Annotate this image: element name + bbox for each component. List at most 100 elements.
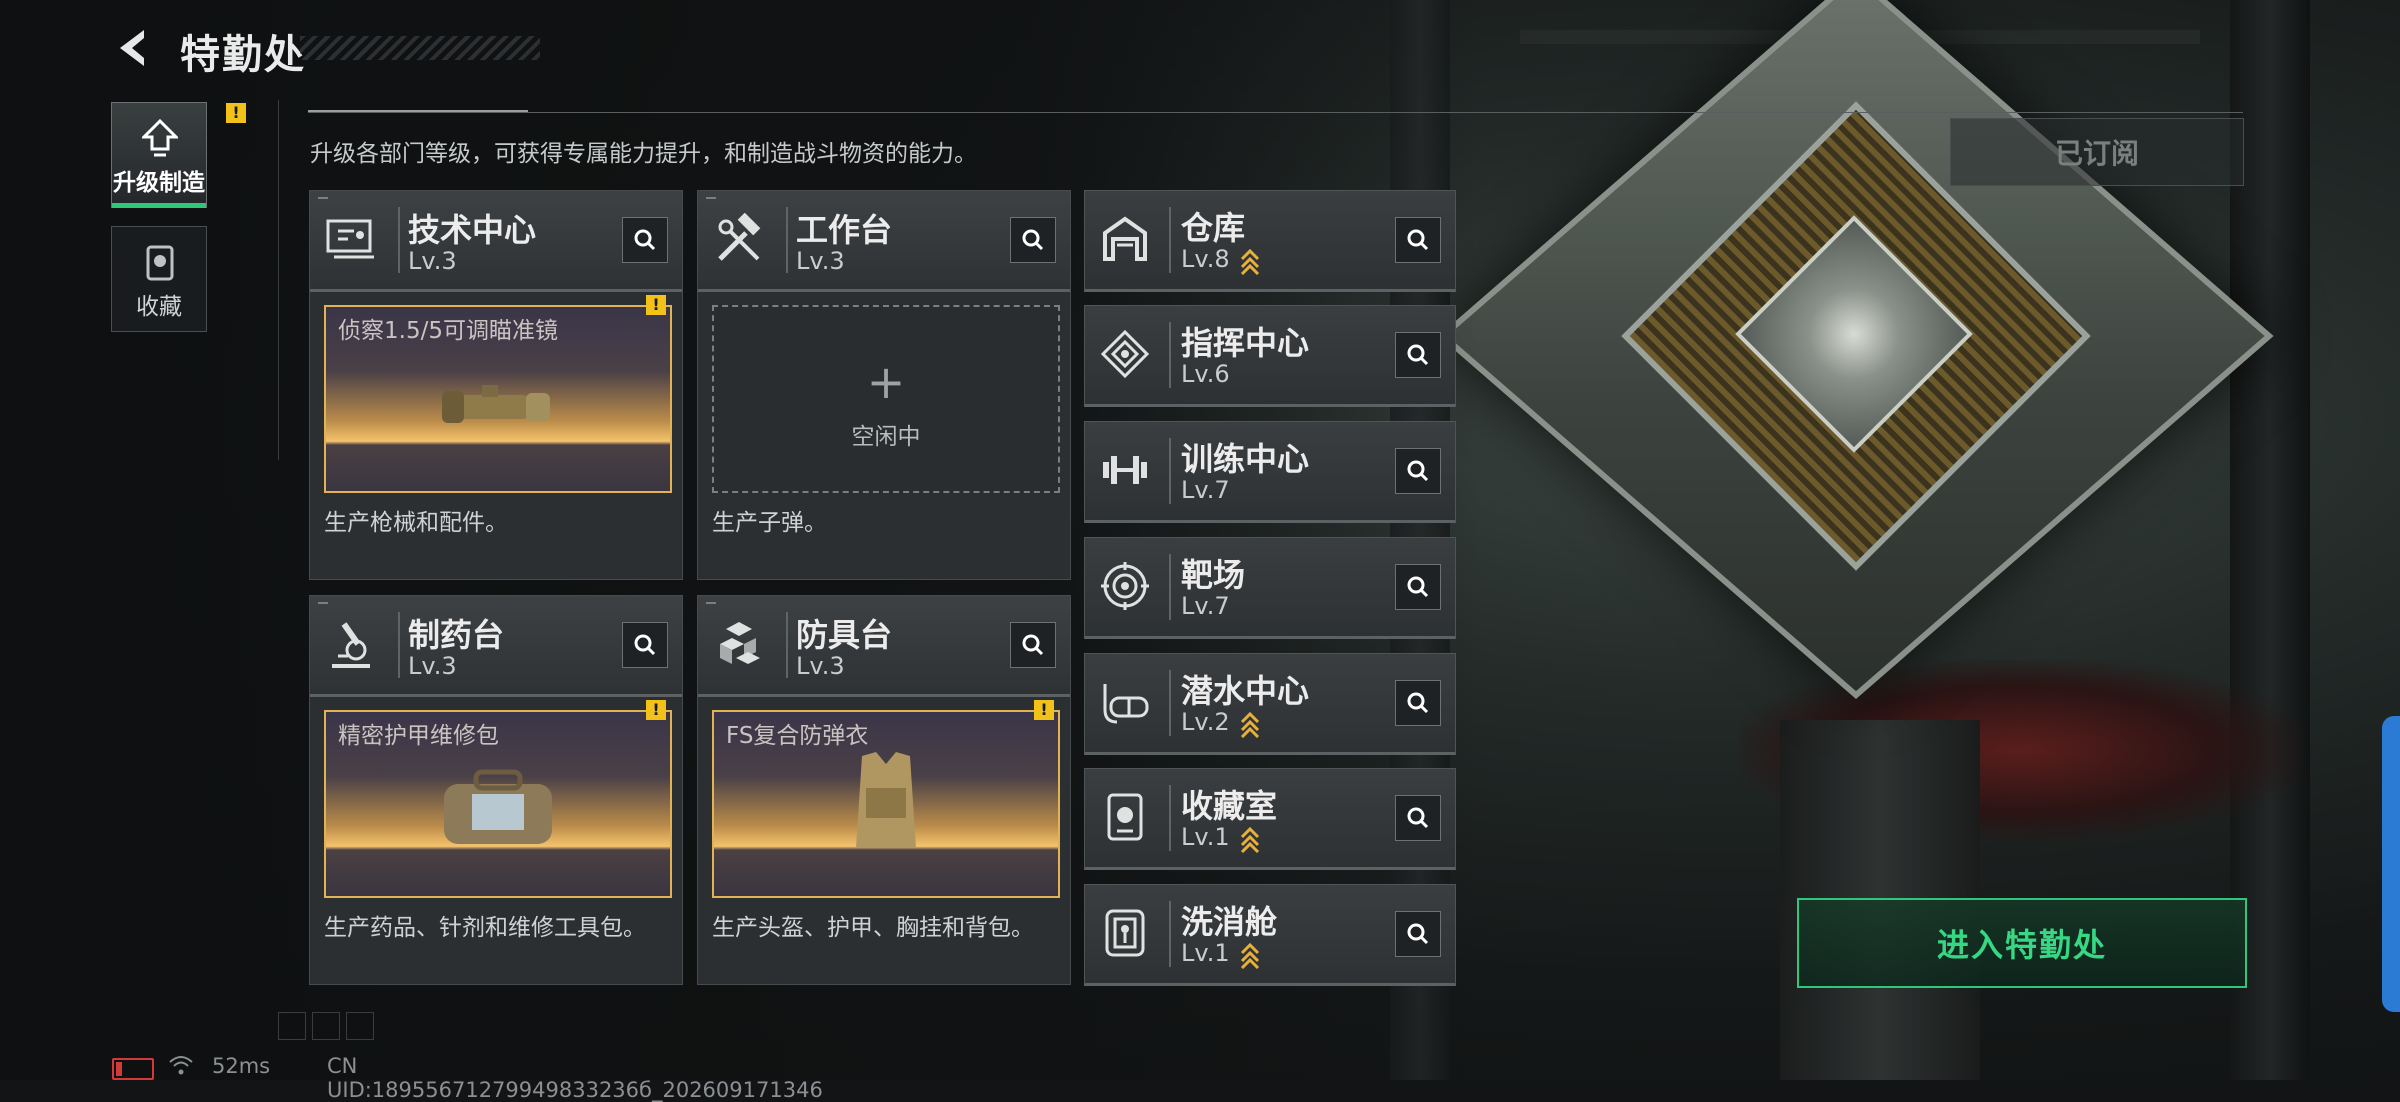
facility-level: Lv.3 [796,247,845,275]
subscribed-button[interactable]: 已订阅 [1950,118,2244,186]
facility-level: Lv.3 [408,247,457,275]
facility-level: Lv.8 [1181,245,1230,273]
facility-level: Lv.7 [1181,592,1230,620]
facility-name: 潜水中心 [1181,672,1310,710]
user-uid: CN UID:18955671279949833236б_20260917134… [327,1054,823,1102]
hammer-wrench-icon [712,212,766,267]
facility-name: 技术中心 [408,211,537,249]
enter-special-ops-button[interactable]: 进入特勤处 [1797,898,2247,988]
search-icon[interactable] [1395,680,1441,726]
facility-item-warehouse[interactable]: 仓库 Lv.8 [1084,190,1456,292]
tech-center-icon [324,213,378,267]
corner-decoration [312,1012,340,1040]
facility-name: 防具台 [796,616,893,654]
corner-decoration [346,1012,374,1040]
facility-name: 仓库 [1181,209,1246,247]
divider-accent [308,110,528,112]
search-icon[interactable] [1395,448,1441,494]
card-header[interactable]: 技术中心 Lv.3 [310,191,682,292]
search-icon[interactable] [1010,217,1056,263]
facility-item-decontamination-pod[interactable]: 洗消舱 Lv.1 [1084,884,1456,986]
nav-collection[interactable]: 收藏 [111,226,207,332]
product-alert-badge: ! [1034,700,1054,720]
idle-slot[interactable]: + 空闲中 [712,305,1060,493]
facility-name: 靶场 [1181,556,1246,594]
search-icon[interactable] [1395,564,1441,610]
card-header[interactable]: 工作台 Lv.3 [698,191,1070,292]
nav-label: 收藏 [136,294,182,320]
product-alert-badge: ! [646,295,666,315]
battery-icon [112,1058,154,1080]
dumbbell-icon [1099,444,1151,496]
nav-divider [278,100,279,460]
nav-active-indicator [112,203,206,208]
card-header[interactable]: 防具台 Lv.3 [698,596,1070,697]
side-drawer-handle[interactable] [2382,716,2400,1012]
search-icon[interactable] [1395,795,1441,841]
upgrade-icon [140,118,180,159]
microscope-icon [324,618,378,672]
corner-decoration [278,1012,306,1040]
facility-description: 生产头盔、护甲、胸挂和背包。 [712,915,1034,941]
facility-level: Lv.6 [1181,360,1230,388]
card-header[interactable]: 制药台 Lv.3 [310,596,682,697]
facility-level: Lv.3 [796,652,845,680]
ping-value: 52ms [212,1054,271,1078]
facility-level: Lv.1 [1181,939,1230,967]
facility-level: Lv.7 [1181,476,1230,504]
product-slot[interactable]: FS复合防弹衣 [712,710,1060,898]
armor-vest-image [850,748,922,864]
facility-item-diving-center[interactable]: 潜水中心 Lv.2 [1084,653,1456,755]
facility-level: Lv.3 [408,652,457,680]
warehouse-icon [1099,213,1151,265]
search-icon[interactable] [1010,622,1056,668]
search-icon[interactable] [622,622,668,668]
facility-name: 工作台 [796,211,893,249]
facility-item-shooting-range[interactable]: 靶场 Lv.7 [1084,537,1456,639]
search-icon[interactable] [1395,332,1441,378]
upgrade-chevron-icon [1239,710,1261,739]
page-description: 升级各部门等级，可获得专属能力提升，和制造战斗物资的能力。 [310,141,977,167]
facility-card-armor-bench: 防具台 Lv.3 FS复合防弹衣 ! 生产头盔、护甲、胸挂和背包。 [697,595,1071,985]
product-name: FS复合防弹衣 [726,723,869,749]
facility-name: 制药台 [408,616,505,654]
target-icon [1099,560,1151,612]
facility-description: 生产子弹。 [712,510,827,536]
back-arrow-icon[interactable] [112,26,156,70]
facility-item-collection-room[interactable]: 收藏室 Lv.1 [1084,768,1456,870]
facility-description: 生产药品、针剂和维修工具包。 [324,915,646,941]
facility-name: 洗消舱 [1181,903,1278,941]
facility-name: 指挥中心 [1181,324,1310,362]
product-alert-badge: ! [646,700,666,720]
facility-level: Lv.1 [1181,823,1230,851]
product-slot[interactable]: 精密护甲维修包 [324,710,672,898]
nav-upgrade-craft[interactable]: ! 升级制造 [111,102,246,208]
facility-description: 生产枪械和配件。 [324,510,508,536]
add-plus-icon: + [866,355,906,409]
search-icon[interactable] [1395,911,1441,957]
idle-label: 空闲中 [851,424,921,450]
product-name: 侦察1.5/5可调瞄准镜 [338,318,558,344]
facility-level: Lv.2 [1181,708,1230,736]
repair-kit-image [436,764,560,856]
collection-room-icon [1099,791,1151,843]
facility-card-workbench: 工作台 Lv.3 + 空闲中 生产子弹。 [697,190,1071,580]
facility-item-command-center[interactable]: 指挥中心 Lv.6 [1084,305,1456,407]
facility-name: 训练中心 [1181,440,1310,478]
facility-card-tech-center: 技术中心 Lv.3 侦察1.5/5可调瞄准镜 ! 生产枪械和配件。 [309,190,683,580]
facility-item-training-center[interactable]: 训练中心 Lv.7 [1084,421,1456,523]
nav-alert-badge: ! [226,103,246,123]
facility-name: 收藏室 [1181,787,1278,825]
scope-image [442,381,552,439]
search-icon[interactable] [1395,217,1441,263]
search-icon[interactable] [622,217,668,263]
title-decoration [300,36,540,60]
upgrade-chevron-icon [1239,941,1261,970]
divider [308,112,2243,113]
decontamination-icon [1099,907,1151,959]
page-title: 特勤处 [180,32,306,78]
wifi-icon [168,1054,194,1076]
upgrade-chevron-icon [1239,247,1261,276]
product-name: 精密护甲维修包 [338,723,499,749]
product-slot[interactable]: 侦察1.5/5可调瞄准镜 [324,305,672,493]
